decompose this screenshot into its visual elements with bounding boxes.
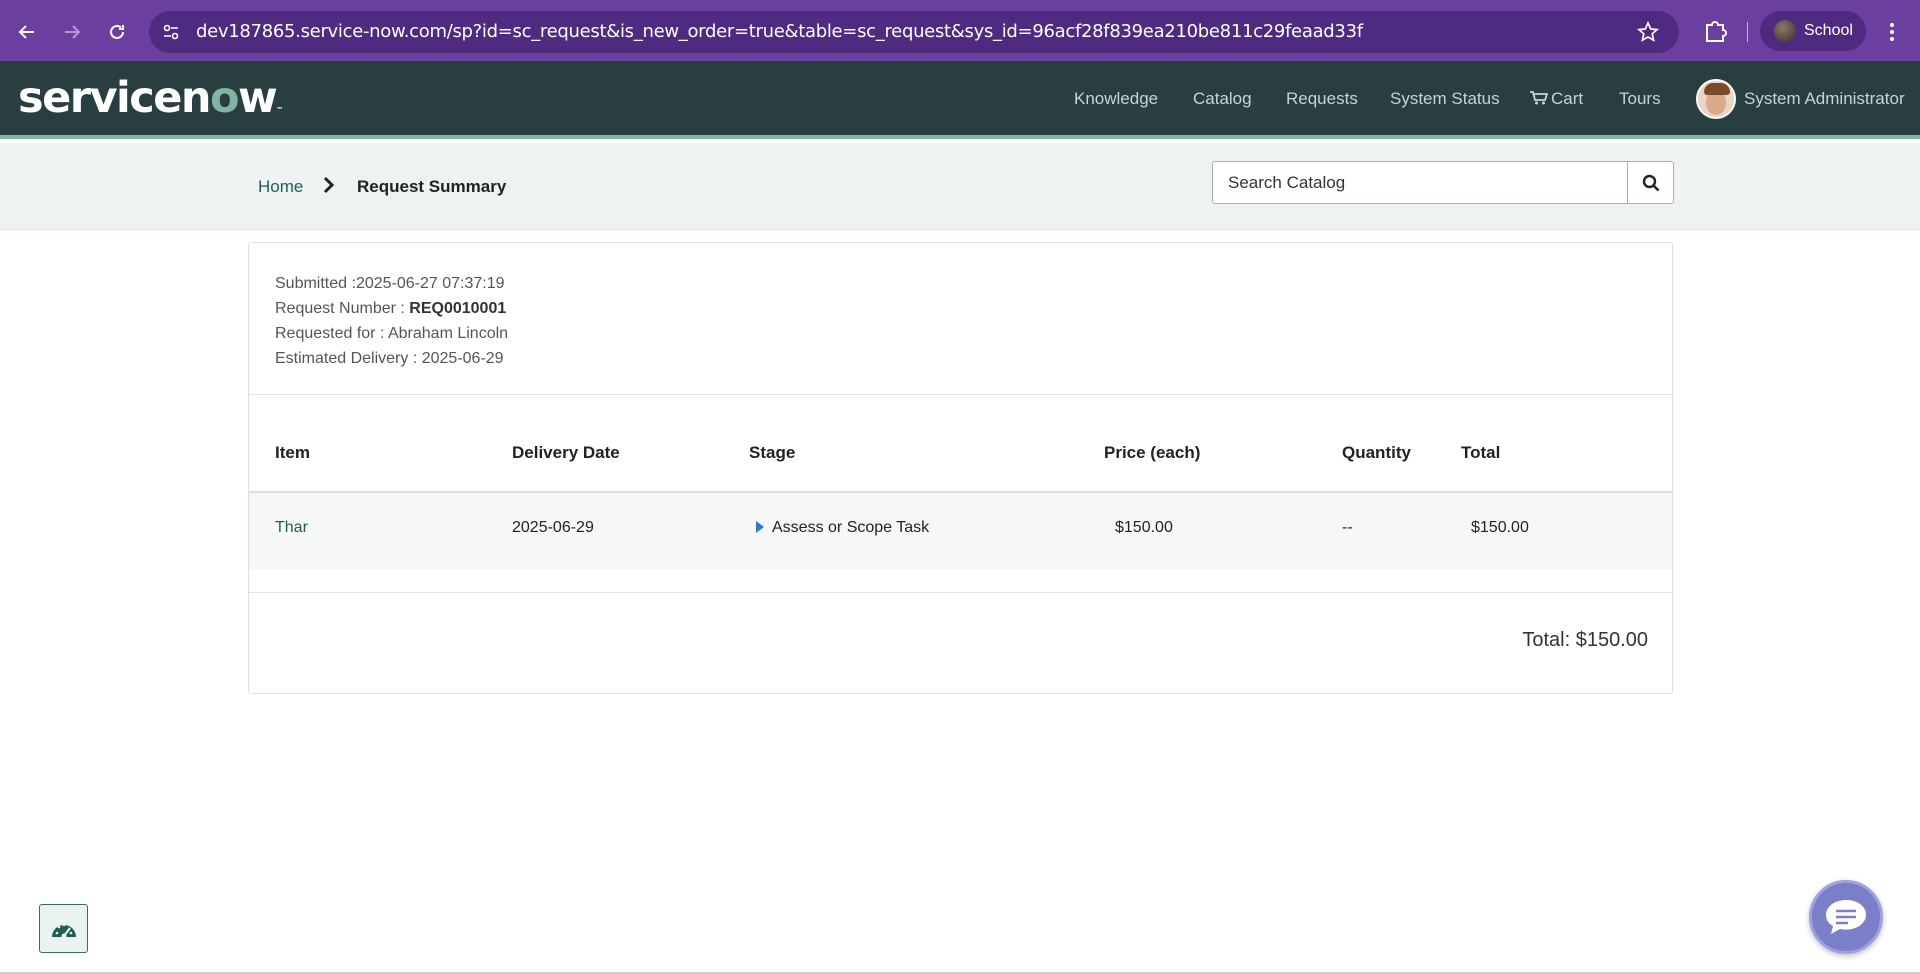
nav-knowledge[interactable]: Knowledge <box>1074 89 1158 109</box>
profile-label: School <box>1804 22 1853 39</box>
site-info-icon[interactable] <box>161 22 181 42</box>
nav-catalog[interactable]: Catalog <box>1193 89 1252 109</box>
column-header-item: Item <box>275 443 310 462</box>
column-header-delivery-date: Delivery Date <box>512 443 620 462</box>
search-icon <box>1642 174 1659 191</box>
estimated-delivery-line: Estimated Delivery : 2025-06-29 <box>275 350 504 367</box>
submitted-line: Submitted :2025-06-27 07:37:19 <box>275 275 505 292</box>
chat-bubble-icon <box>1826 900 1866 934</box>
reload-icon <box>110 24 124 39</box>
nav-cart-label: Cart <box>1551 89 1584 108</box>
stage-cell[interactable]: Assess or Scope Task <box>756 519 929 537</box>
nav-system-status[interactable]: System Status <box>1390 89 1500 109</box>
extensions-icon[interactable] <box>1700 16 1730 46</box>
browser-toolbar: dev187865.service-now.com/sp?id=sc_reque… <box>0 0 1920 61</box>
nav-cart[interactable]: Cart <box>1530 89 1583 109</box>
quantity-cell: -- <box>1342 519 1353 536</box>
table-row <box>249 493 1672 569</box>
forward-button[interactable] <box>55 15 89 49</box>
request-number-line: Request Number : REQ0010001 <box>275 300 507 317</box>
bookmark-star-icon[interactable] <box>1637 21 1659 43</box>
user-avatar[interactable] <box>1696 79 1736 119</box>
stage-label: Assess or Scope Task <box>772 519 930 536</box>
breadcrumb-current: Request Summary <box>357 177 507 196</box>
breadcrumb-home[interactable]: Home <box>258 177 303 197</box>
search-button[interactable] <box>1627 162 1673 203</box>
nav-tours[interactable]: Tours <box>1619 89 1661 109</box>
divider <box>249 394 1672 395</box>
search-input[interactable] <box>1213 162 1627 203</box>
arrow-right-icon <box>65 25 81 39</box>
column-header-price: Price (each) <box>1104 443 1201 462</box>
breadcrumb-bar: Home Request Summary <box>0 143 1920 230</box>
request-summary-panel: Submitted :2025-06-27 07:37:19 Request N… <box>248 242 1673 694</box>
profile-avatar <box>1774 20 1796 42</box>
portal-header: servicenow™ Knowledge Catalog Requests S… <box>0 61 1920 139</box>
column-header-quantity: Quantity <box>1342 443 1411 462</box>
divider <box>249 592 1672 593</box>
total-cell: $150.00 <box>1471 519 1529 536</box>
chat-button[interactable] <box>1809 880 1883 954</box>
arrow-left-icon <box>18 25 34 39</box>
performance-dashboard-button[interactable] <box>39 904 88 953</box>
url-text[interactable]: dev187865.service-now.com/sp?id=sc_reque… <box>196 11 1363 53</box>
reload-button[interactable] <box>100 15 134 49</box>
servicenow-logo[interactable]: servicenow™ <box>18 73 283 123</box>
address-bar[interactable]: dev187865.service-now.com/sp?id=sc_reque… <box>149 11 1679 53</box>
price-cell: $150.00 <box>1115 519 1173 536</box>
browser-menu-icon[interactable] <box>1880 18 1904 46</box>
request-meta: Submitted :2025-06-27 07:37:19 Request N… <box>275 271 508 371</box>
caret-right-icon <box>756 521 764 533</box>
order-total: Total: $150.00 <box>1522 629 1648 651</box>
column-header-total: Total <box>1461 443 1501 462</box>
delivery-date-cell: 2025-06-29 <box>512 519 594 536</box>
nav-requests[interactable]: Requests <box>1286 89 1358 109</box>
profile-button[interactable]: School <box>1760 11 1866 51</box>
back-button[interactable] <box>10 15 44 49</box>
column-header-stage: Stage <box>749 443 796 462</box>
speedometer-icon <box>51 923 76 938</box>
requested-for-line: Requested for : Abraham Lincoln <box>275 325 509 342</box>
cart-icon <box>1530 91 1548 105</box>
item-link[interactable]: Thar <box>275 519 308 537</box>
catalog-search <box>1212 161 1674 204</box>
toolbar-divider <box>1747 22 1748 42</box>
chevron-right-icon <box>323 176 335 194</box>
user-name[interactable]: System Administrator <box>1744 89 1905 109</box>
